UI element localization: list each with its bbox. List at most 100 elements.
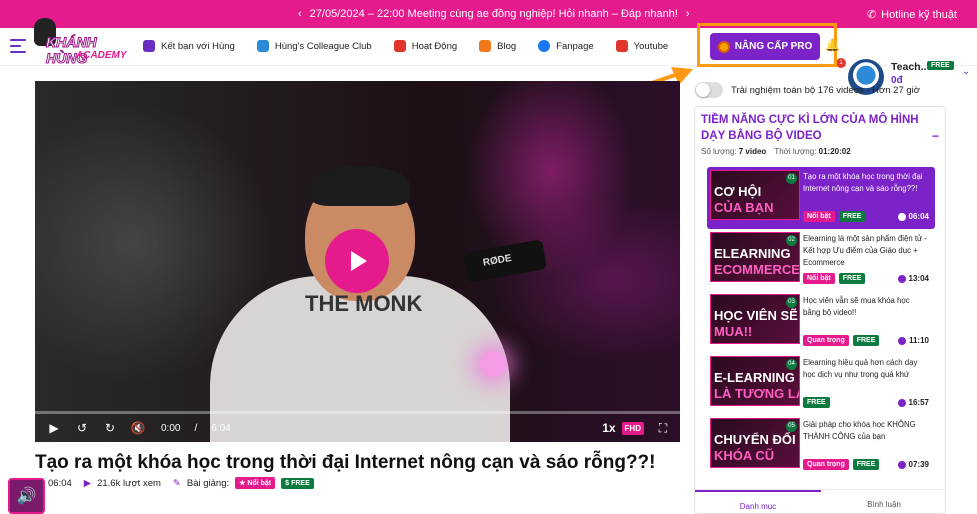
- clock-icon: [897, 336, 906, 345]
- announcement[interactable]: ‹ 27/05/2024 – 22:00 Meeting cùng ae đồn…: [298, 8, 690, 20]
- video-duration: 6:04: [211, 422, 231, 434]
- lesson-tag: Quan trọng: [803, 459, 849, 470]
- views-icon: ▶: [83, 477, 92, 489]
- clock-icon: [897, 460, 906, 469]
- nav-link-label: Blog: [497, 40, 517, 52]
- video-length: 06:04: [48, 477, 72, 489]
- calendar-icon: [393, 40, 406, 52]
- lesson-item[interactable]: E-LEARNING LÀ TƯƠNG LAI 04 Elearning hiệu …: [707, 353, 935, 415]
- count-value: 7 video: [738, 147, 767, 156]
- lesson-title: Giải pháp cho khóa học KHÔNG THÀNH CÔNG …: [803, 420, 916, 441]
- lesson-thumbnail: CHUYỂN ĐỔI KHÓA CŨ 05: [710, 418, 800, 468]
- nav-link-youtube[interactable]: Youtube: [615, 40, 668, 52]
- mic-brand: RØDE: [482, 252, 513, 269]
- lesson-tag: Quan trọng: [803, 335, 849, 346]
- brand-sub: ACADEMY: [76, 50, 127, 61]
- presenter-image: THE MONK: [210, 166, 510, 442]
- lesson-item[interactable]: CƠ HỘI CỦA BẠN 01 Tạo ra một khóa học tron…: [707, 167, 935, 229]
- lesson-duration: 13:04: [897, 274, 929, 283]
- clock-icon: [897, 398, 906, 407]
- player-controls: ▶ ↺ ↻ 🔇 0:00 / 6:04 1x FHD ⛶: [35, 414, 680, 442]
- phone-icon: ✆: [866, 9, 877, 21]
- lamp: [480, 351, 506, 377]
- facebook-icon: [538, 40, 551, 52]
- lesson-free-tag: FREE: [852, 335, 880, 346]
- lesson-item[interactable]: CHUYỂN ĐỔI KHÓA CŨ 05 Giải pháp cho khóa h…: [707, 415, 935, 477]
- forward-icon[interactable]: ↻: [101, 421, 119, 435]
- play-button[interactable]: [325, 229, 389, 293]
- lesson-duration: 06:04: [897, 212, 929, 221]
- lesson-duration: 11:10: [897, 336, 929, 345]
- video-title: Tạo ra một khóa học trong thời đại Inter…: [35, 452, 656, 473]
- mute-icon[interactable]: 🔇: [129, 421, 147, 435]
- highlight-box: [697, 23, 837, 67]
- lesson-thumbnail: ELEARNING ECOMMERCE 02: [710, 232, 800, 282]
- announcement-text: 27/05/2024 – 22:00 Meeting cùng ae đồng …: [309, 8, 678, 20]
- tab-danh-muc[interactable]: Danh mục: [695, 490, 821, 513]
- playback-speed[interactable]: 1x: [602, 421, 615, 435]
- hotline-link[interactable]: ✆ Hotline kỹ thuật: [866, 8, 957, 22]
- course-title: TIỀM NĂNG CỰC KÌ LỚN CỦA MÔ HÌNH DẠY BẰN…: [701, 114, 919, 142]
- chevron-right-icon[interactable]: ›: [686, 8, 690, 20]
- lesson-label: Bài giảng:: [186, 477, 230, 489]
- user-icon: [143, 40, 155, 52]
- free-tag: $ FREE: [281, 477, 314, 489]
- lesson-free-tag: FREE: [838, 273, 866, 284]
- lesson-item[interactable]: ELEARNING ECOMMERCE 02 Elearning là một sả…: [707, 229, 935, 291]
- lesson-list: CƠ HỘI CỦA BẠN 01 Tạo ra một khóa học tron…: [707, 167, 935, 477]
- lesson-item[interactable]: HỌC VIÊN SẼ MUA!! 03 Học viên vẫn sẽ mua k…: [707, 291, 935, 353]
- lesson-duration: 07:39: [897, 460, 929, 469]
- course-panel: TIỀM NĂNG CỰC KÌ LỚN CỦA MÔ HÌNH DẠY BẰN…: [694, 106, 946, 514]
- duration-value: 01:20:02: [818, 147, 851, 156]
- lesson-duration: 16:57: [897, 398, 929, 407]
- panel-tabs: Danh mục Bình luận: [695, 489, 945, 513]
- lesson-free-tag: FREE: [852, 459, 880, 470]
- nav-link-label: Hoạt Động: [411, 40, 458, 52]
- trial-label: Trải nghiệm toàn bộ 176 videos - Hơn 27 …: [731, 84, 921, 96]
- hamburger-menu-icon[interactable]: [10, 39, 26, 53]
- play-small-icon[interactable]: ▶: [45, 421, 63, 435]
- tab-binh-luan[interactable]: Bình luận: [821, 490, 945, 513]
- lesson-free-tag: FREE: [838, 211, 866, 222]
- collapse-icon[interactable]: −: [932, 129, 939, 143]
- clock-icon: [897, 274, 906, 283]
- quality-button[interactable]: FHD: [621, 421, 644, 435]
- clock-icon: [897, 212, 906, 221]
- hotline-label: Hotline kỹ thuật: [881, 8, 957, 21]
- lesson-tag: Nổi bật: [803, 211, 835, 222]
- play-icon: [351, 251, 367, 271]
- view-count: 21.6k lượt xem: [97, 477, 161, 489]
- speaker-icon: 🔊: [16, 488, 37, 505]
- brand-logo[interactable]: KHÁNH HÙNG ACADEMY: [34, 18, 134, 67]
- shirt-text: THE MONK: [305, 291, 423, 316]
- nav-link-colleague-club[interactable]: Hùng's Colleague Club: [256, 40, 372, 52]
- lesson-thumbnail: HỌC VIÊN SẼ MUA!! 03: [710, 294, 800, 344]
- nav-link-label: Fanpage: [556, 40, 594, 52]
- nav-link-hoat-dong[interactable]: Hoạt Động: [393, 40, 458, 52]
- notification-badge: 1: [836, 58, 846, 68]
- video-player[interactable]: THE MONK RØDE ▶ ↺ ↻ 🔇 0:00 / 6:04 1x FHD…: [35, 81, 680, 442]
- chevron-down-icon[interactable]: ⌄: [962, 66, 970, 77]
- nav-links: Kết bạn với Hùng Hùng's Colleague Club H…: [143, 40, 690, 52]
- lesson-title: Học viên vẫn sẽ mua khóa học bằng bộ vid…: [803, 296, 910, 317]
- user-name[interactable]: Teach..: [891, 61, 926, 73]
- chevron-left-icon[interactable]: ‹: [298, 8, 302, 20]
- nav-link-label: Kết bạn với Hùng: [161, 40, 235, 52]
- sound-button[interactable]: 🔊: [8, 478, 45, 514]
- blog-icon: [479, 40, 492, 52]
- nav-link-ket-ban[interactable]: Kết bạn với Hùng: [143, 40, 235, 52]
- lesson-thumbnail: CƠ HỘI CỦA BẠN 01: [710, 170, 800, 220]
- duration-label: Thời lượng:: [774, 147, 817, 156]
- lesson-icon: ✎: [172, 477, 181, 489]
- plan-badge: FREE: [927, 61, 954, 70]
- rewind-icon[interactable]: ↺: [73, 421, 91, 435]
- lesson-thumbnail: E-LEARNING LÀ TƯƠNG LAI 04: [710, 356, 800, 406]
- time-separator: /: [194, 422, 198, 434]
- fullscreen-icon[interactable]: ⛶: [654, 421, 672, 436]
- count-label: Số lượng:: [701, 147, 737, 156]
- trial-toggle[interactable]: [695, 82, 723, 98]
- lesson-title: Elearning là một sản phẩm điện tử - Kết …: [803, 234, 927, 267]
- nav-link-fanpage[interactable]: Fanpage: [538, 40, 594, 52]
- bell-icon[interactable]: 🔔: [825, 38, 840, 52]
- nav-link-blog[interactable]: Blog: [479, 40, 516, 52]
